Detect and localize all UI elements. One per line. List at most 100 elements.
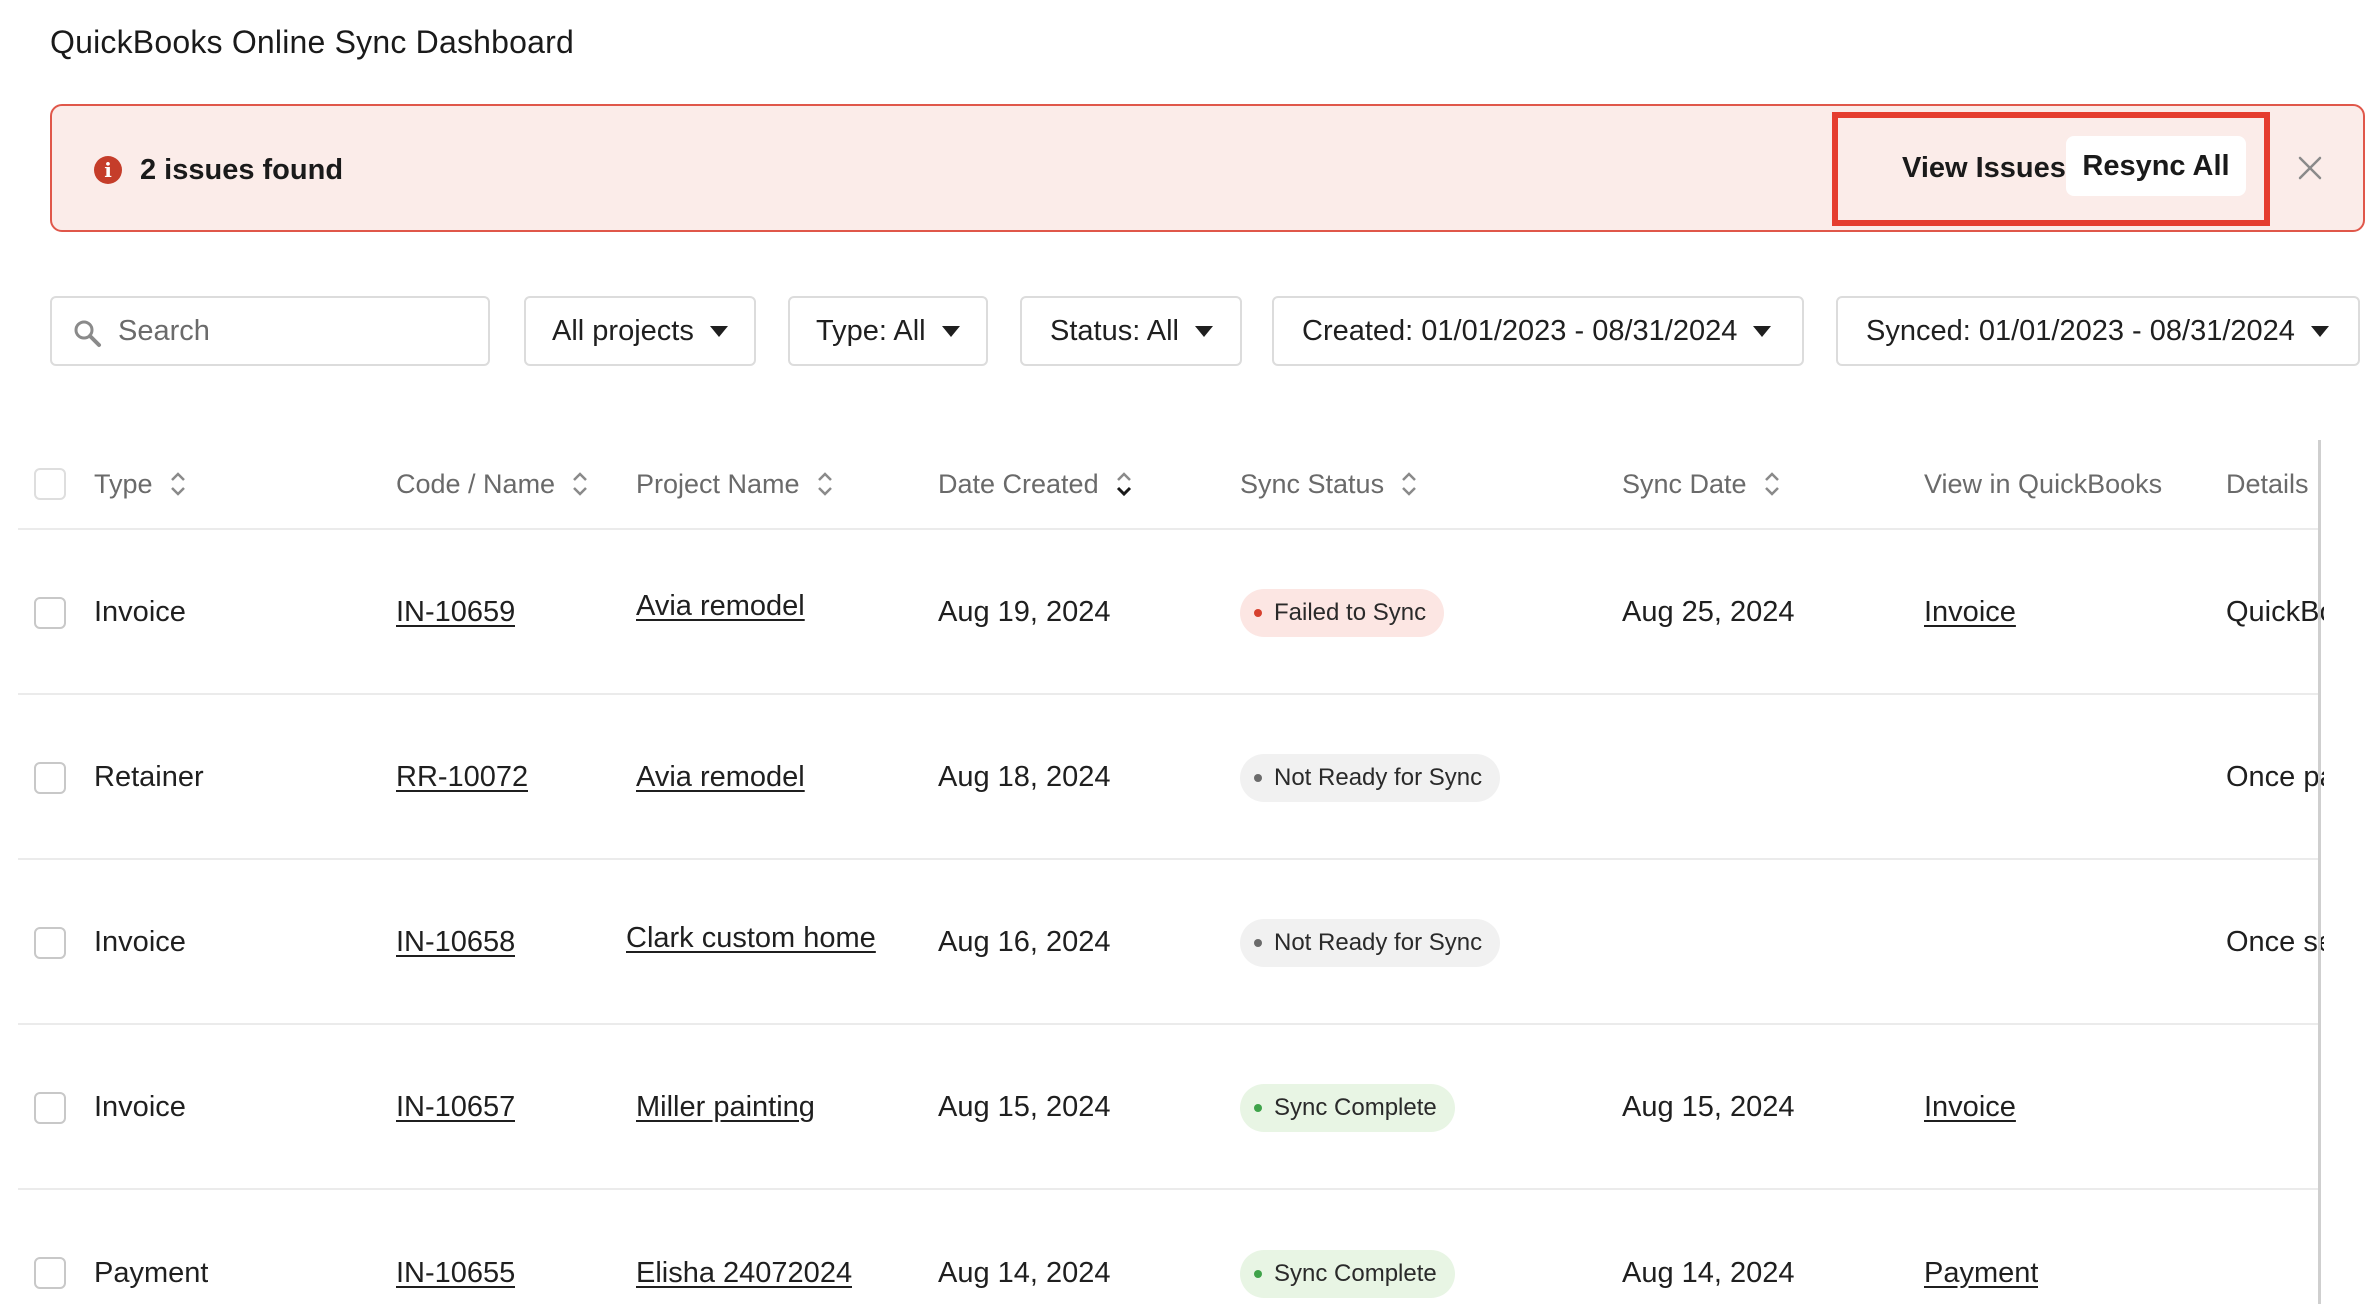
- info-circle-icon: i: [94, 156, 122, 184]
- resync-all-button[interactable]: Resync All: [2066, 136, 2246, 196]
- project-link[interactable]: Avia remodel: [636, 590, 805, 623]
- search-box[interactable]: [50, 296, 490, 366]
- table-scrollbar[interactable]: [2318, 440, 2321, 1304]
- header-date-created-label: Date Created: [938, 468, 1099, 499]
- row-qb-link: Invoice: [1924, 532, 2016, 693]
- status-badge: Not Ready for Sync: [1240, 918, 1501, 967]
- chevron-down-icon: [1753, 325, 1772, 337]
- row-sync-date: Aug 25, 2024: [1622, 596, 1795, 628]
- code-link[interactable]: IN-10657: [396, 1091, 515, 1124]
- row-code-link: IN-10655: [396, 1192, 515, 1304]
- row-qb-link: Invoice: [1924, 1027, 2016, 1188]
- header-sync-status-label: Sync Status: [1240, 468, 1385, 499]
- row-sync-status: Failed to Sync: [1240, 532, 1445, 693]
- header-code-name-label: Code / Name: [396, 468, 556, 499]
- issues-alert-banner: i 2 issues found View Issues Resync All: [50, 104, 2365, 232]
- row-checkbox[interactable]: [34, 1257, 66, 1289]
- header-project-name-label: Project Name: [636, 468, 800, 499]
- header-code-name[interactable]: Code / Name: [396, 440, 589, 528]
- table-row: Invoice IN-10658 Clark custom home Aug 1…: [18, 862, 2324, 1025]
- header-sync-status[interactable]: Sync Status: [1240, 440, 1418, 528]
- status-dot: [1254, 773, 1262, 782]
- chevron-down-icon: [1194, 325, 1213, 337]
- row-checkbox[interactable]: [34, 927, 66, 959]
- row-project-link: Avia remodel: [636, 697, 805, 858]
- header-view-in-quickbooks: View in QuickBooks: [1924, 468, 2163, 499]
- row-details: [2226, 1192, 2324, 1304]
- status-badge: Sync Complete: [1240, 1249, 1455, 1298]
- header-date-created[interactable]: Date Created: [938, 440, 1133, 528]
- row-project-link: Avia remodel: [636, 526, 805, 687]
- status-badge-label: Not Ready for Sync: [1274, 763, 1483, 791]
- close-icon[interactable]: [2292, 150, 2328, 186]
- code-link[interactable]: IN-10658: [396, 926, 515, 959]
- row-sync-status: Sync Complete: [1240, 1192, 1455, 1304]
- row-date-created: Aug 18, 2024: [938, 761, 1111, 793]
- row-qb-link: Payment: [1924, 1192, 2038, 1304]
- code-link[interactable]: IN-10655: [396, 1257, 515, 1290]
- view-issues-button[interactable]: View Issues: [1902, 152, 2066, 185]
- sort-icon: [573, 472, 587, 496]
- row-date-created: Aug 19, 2024: [938, 596, 1111, 628]
- table-row: Invoice IN-10659 Avia remodel Aug 19, 20…: [18, 532, 2324, 695]
- sort-icon: [170, 472, 185, 496]
- code-link[interactable]: IN-10659: [396, 596, 515, 629]
- row-checkbox[interactable]: [34, 1092, 66, 1124]
- filter-bar: All projects Type: All Status: All Creat…: [0, 296, 2378, 368]
- sort-icon: [1764, 472, 1779, 496]
- select-all-checkbox[interactable]: [34, 468, 66, 500]
- row-project-link: Elisha 24072024: [636, 1192, 852, 1304]
- projects-filter-dropdown[interactable]: All projects: [524, 296, 756, 366]
- chevron-down-icon: [709, 325, 728, 337]
- table-header-row: Type Code / Name Project Name Date Creat…: [18, 440, 2318, 530]
- view-in-quickbooks-link[interactable]: Invoice: [1924, 1091, 2016, 1124]
- search-icon: [74, 320, 101, 347]
- type-filter-dropdown[interactable]: Type: All: [788, 296, 988, 366]
- row-details: Once sent: [2226, 926, 2324, 958]
- row-code-link: RR-10072: [396, 697, 528, 858]
- sort-icon: [1402, 472, 1416, 496]
- project-link[interactable]: Avia remodel: [636, 761, 805, 794]
- row-checkbox[interactable]: [34, 762, 66, 794]
- row-project-link: Miller painting: [636, 1027, 815, 1188]
- created-date-filter-dropdown[interactable]: Created: 01/01/2023 - 08/31/2024: [1272, 296, 1804, 366]
- row-details: Once paid: [2226, 761, 2324, 793]
- project-link[interactable]: Elisha 24072024: [636, 1257, 852, 1290]
- status-dot: [1254, 608, 1262, 617]
- sort-icon: [817, 472, 832, 496]
- table-row: Retainer RR-10072 Avia remodel Aug 18, 2…: [18, 697, 2324, 860]
- view-in-quickbooks-link[interactable]: Invoice: [1924, 596, 2016, 629]
- row-type: Invoice: [94, 926, 186, 958]
- synced-date-filter-dropdown[interactable]: Synced: 01/01/2023 - 08/31/2024: [1836, 296, 2360, 366]
- view-in-quickbooks-link[interactable]: Payment: [1924, 1257, 2038, 1290]
- chevron-down-icon: [941, 325, 960, 337]
- code-link[interactable]: RR-10072: [396, 761, 528, 794]
- row-date-created: Aug 15, 2024: [938, 1091, 1111, 1123]
- page-title: QuickBooks Online Sync Dashboard: [50, 24, 574, 60]
- row-details: QuickBooks: [2226, 596, 2324, 628]
- projects-filter-label: All projects: [552, 314, 694, 347]
- status-filter-dropdown[interactable]: Status: All: [1020, 296, 1242, 366]
- table-row: Payment IN-10655 Elisha 24072024 Aug 14,…: [18, 1192, 2318, 1304]
- row-type: Payment: [94, 1257, 209, 1289]
- row-sync-date: Aug 15, 2024: [1622, 1091, 1795, 1123]
- header-sync-date-label: Sync Date: [1622, 468, 1747, 499]
- synced-filter-label: Synced: 01/01/2023 - 08/31/2024: [1866, 314, 2295, 347]
- search-input[interactable]: [118, 314, 468, 348]
- row-type: Invoice: [94, 596, 186, 628]
- row-checkbox[interactable]: [34, 597, 66, 629]
- row-date-created: Aug 16, 2024: [938, 926, 1111, 958]
- row-details: [2226, 1027, 2324, 1188]
- row-code-link: IN-10657: [396, 1027, 515, 1188]
- header-type[interactable]: Type: [94, 440, 187, 528]
- row-sync-status: Not Ready for Sync: [1240, 862, 1501, 1023]
- row-date-created: Aug 14, 2024: [938, 1257, 1111, 1289]
- header-type-label: Type: [94, 468, 153, 499]
- status-badge: Failed to Sync: [1240, 588, 1445, 637]
- row-project-link: Clark custom home: [626, 858, 876, 1019]
- project-link[interactable]: Miller painting: [636, 1091, 815, 1124]
- header-sync-date[interactable]: Sync Date: [1622, 440, 1781, 528]
- project-link[interactable]: Clark custom home: [626, 922, 876, 955]
- header-project-name[interactable]: Project Name: [636, 440, 834, 528]
- status-badge: Sync Complete: [1240, 1083, 1455, 1132]
